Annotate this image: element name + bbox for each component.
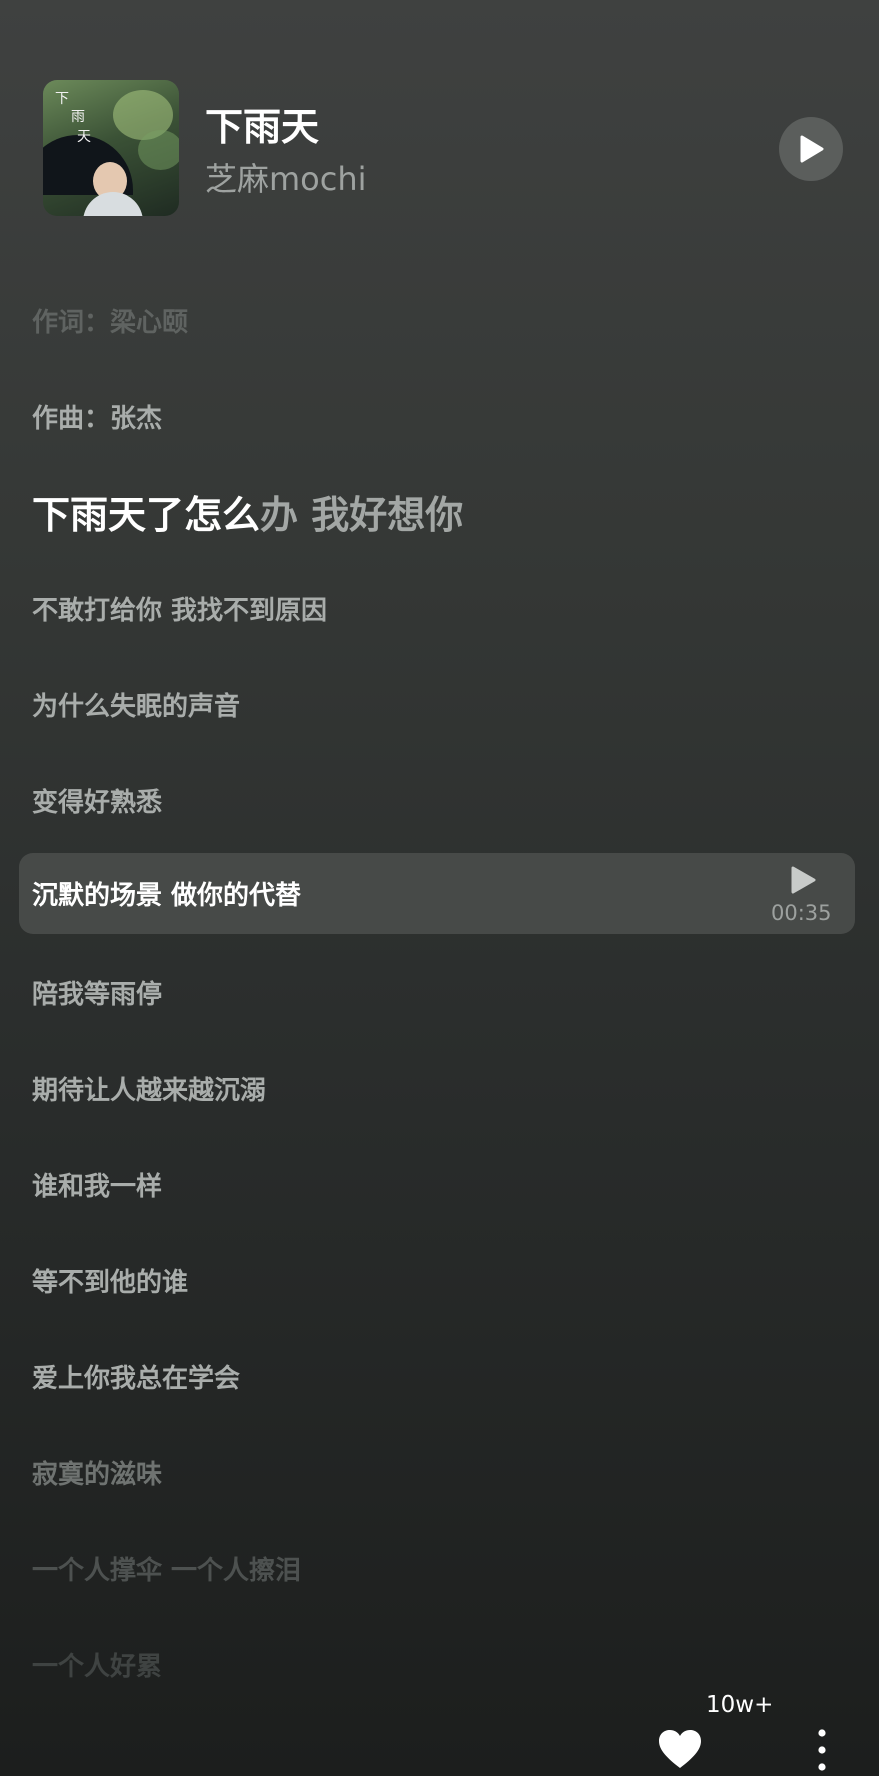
selected-lyric-line[interactable]: 沉默的场景 做你的代替 00:35 (19, 853, 855, 934)
lyric-sung-part: 下雨天了怎么 (32, 493, 261, 537)
cover-title-char: 下 (55, 91, 69, 107)
lyric-line[interactable]: 作词：梁心颐 (32, 302, 188, 339)
lyric-line[interactable]: 陪我等雨停 (32, 974, 162, 1011)
lyric-unsung-part: 办 我好想你 (260, 493, 464, 537)
lyric-line[interactable]: 变得好熟悉 (32, 782, 162, 819)
play-from-line-icon[interactable] (789, 865, 817, 895)
play-icon (800, 135, 824, 163)
lyric-line[interactable]: 一个人好累 (32, 1646, 162, 1683)
album-cover[interactable]: 下 雨 天 (43, 80, 179, 216)
selected-lyric-text: 沉默的场景 做你的代替 (32, 881, 302, 911)
cover-foliage (138, 130, 179, 170)
song-artist[interactable]: 芝麻mochi (205, 154, 367, 200)
lyric-line[interactable]: 爱上你我总在学会 (32, 1358, 240, 1395)
bottom-action-bar: 10w+ (0, 1690, 879, 1776)
lyric-line[interactable]: 为什么失眠的声音 (32, 686, 240, 723)
lyric-line-current[interactable]: 下雨天了怎么办 我好想你 (32, 484, 463, 539)
more-vertical-icon[interactable] (809, 1728, 835, 1772)
lyric-line[interactable]: 不敢打给你 我找不到原因 (32, 590, 327, 627)
heart-icon[interactable] (657, 1728, 703, 1770)
song-header: 下 雨 天 下雨天 芝麻mochi (0, 0, 879, 240)
lyric-line[interactable]: 期待让人越来越沉溺 (32, 1070, 266, 1107)
lyric-line[interactable]: 等不到他的谁 (32, 1262, 188, 1299)
song-title: 下雨天 (205, 105, 320, 149)
cover-figure-scarf (83, 192, 143, 216)
lyric-line[interactable]: 一个人撑伞 一个人擦泪 (32, 1550, 301, 1587)
lyric-line[interactable]: 寂寞的滋味 (32, 1454, 162, 1491)
lyric-line[interactable]: 谁和我一样 (32, 1166, 162, 1203)
lyric-line[interactable]: 作曲：张杰 (32, 398, 162, 435)
play-button[interactable] (779, 117, 843, 181)
like-count: 10w+ (706, 1692, 774, 1718)
cover-title-char: 雨 (71, 109, 85, 125)
cover-title-char: 天 (77, 129, 91, 145)
line-timestamp: 00:35 (771, 901, 832, 925)
